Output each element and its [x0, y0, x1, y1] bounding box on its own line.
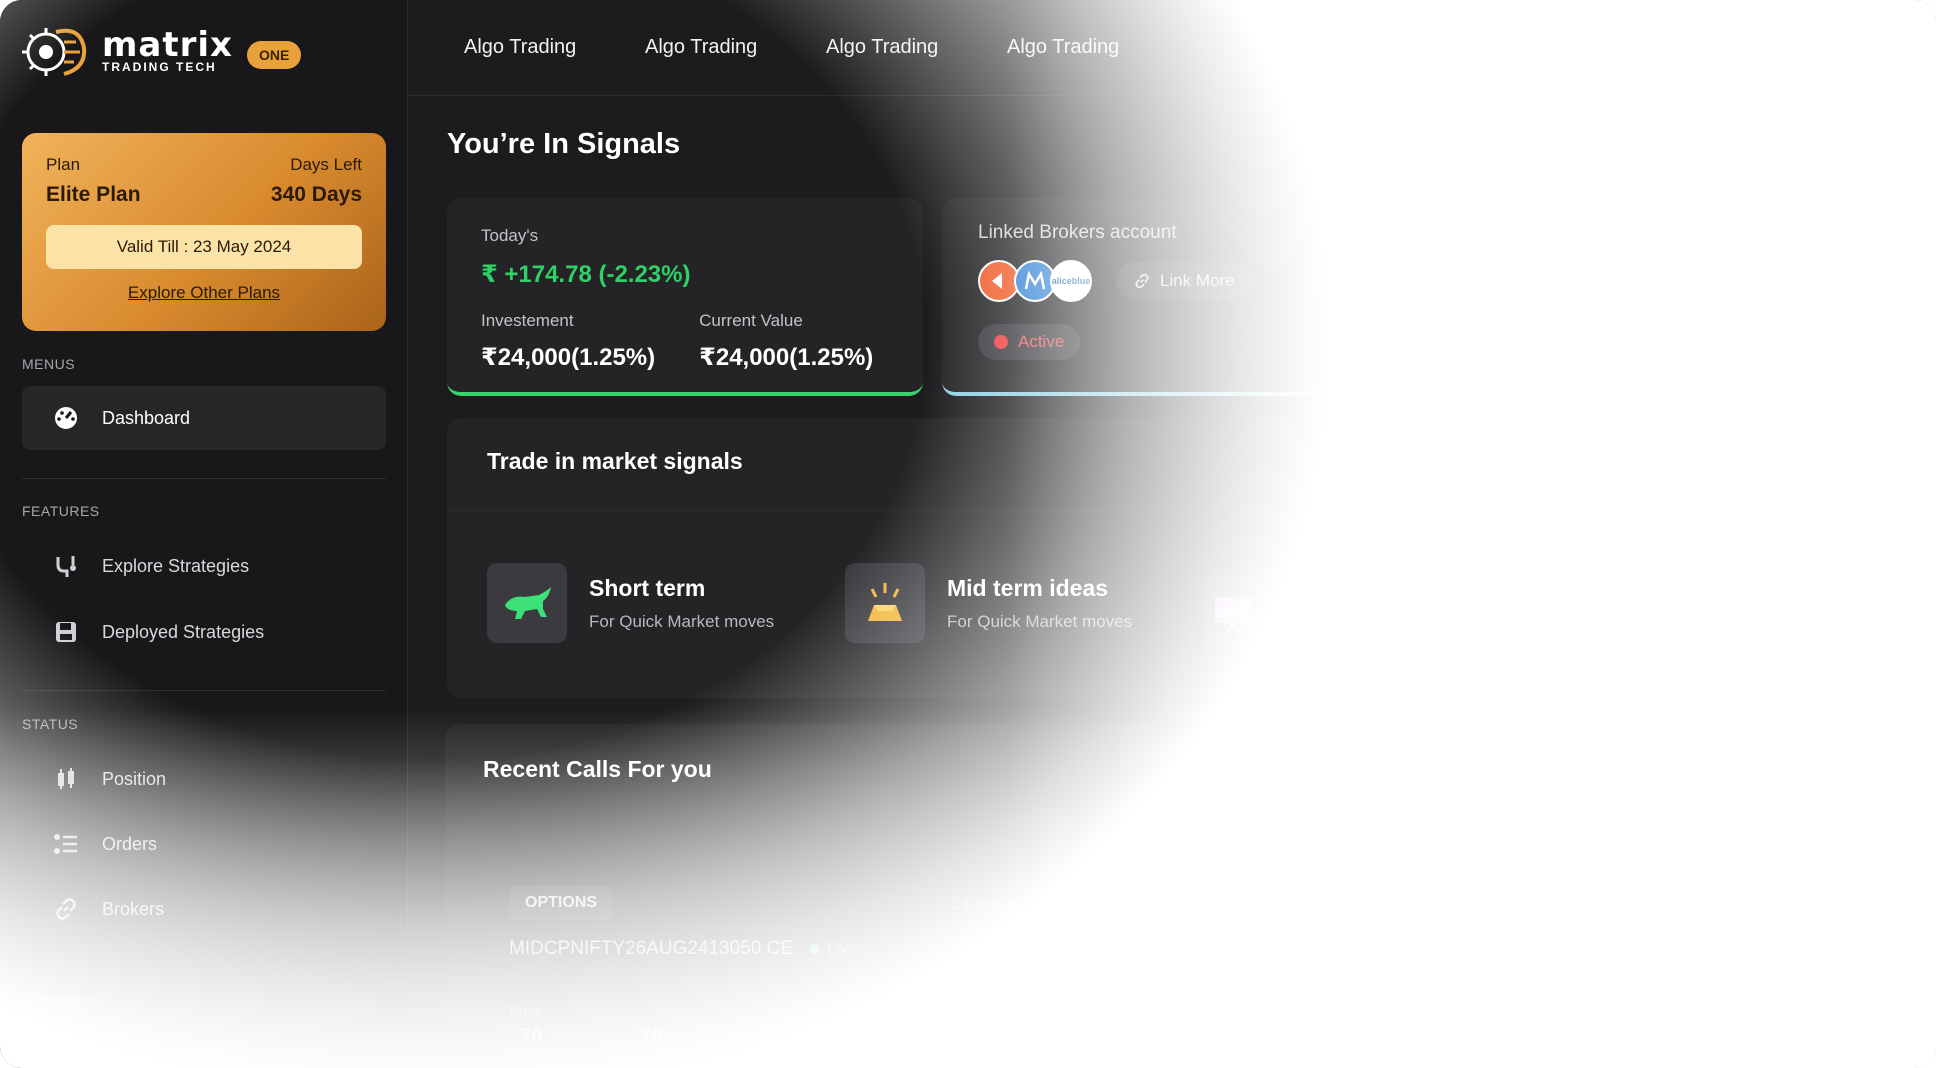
sidebar-item-label: Brokers — [102, 898, 165, 919]
link-icon — [52, 895, 80, 923]
days-left-value: 340 Days — [270, 183, 362, 206]
call-card[interactable]: OPTIONS MIDCPNIFTY26AUG2413050 CE — [1115, 886, 1399, 960]
plan-label: Plan — [46, 155, 81, 174]
signal-subtitle: For Quick Market moves — [589, 611, 775, 631]
tab-algo-trading[interactable]: Algo Trading — [1007, 36, 1119, 59]
signal-short-term[interactable]: Short term For Quick Market moves — [487, 563, 774, 643]
divider — [22, 478, 386, 479]
page-title: You’re In Signals — [447, 128, 681, 160]
app-window: matrix TRADING TECH ONE Plan Days Left E… — [0, 0, 1936, 1068]
explore-plans-link[interactable]: Explore Other Plans — [46, 283, 362, 303]
sidebar-item-orders[interactable]: Orders — [22, 812, 386, 876]
sidebar-item-label: Orders — [102, 833, 158, 854]
sidebar-item-brokers[interactable]: Brokers — [22, 877, 386, 941]
current-value-label: Current Value — [699, 311, 803, 330]
linked-brokers-title: Linked Brokers account — [978, 222, 1177, 243]
status-label: STATUS — [22, 716, 79, 732]
valid-till-button[interactable]: Valid Till : 23 May 2024 — [46, 225, 362, 269]
brand-subtitle: TRADING TECH — [102, 60, 217, 74]
live-dot-icon — [809, 944, 820, 954]
current-value: ₹24,000(1.25%) — [699, 344, 874, 371]
sidebar-item-label: Explore Strategies — [102, 555, 250, 576]
call-value: 70 — [521, 1026, 543, 1047]
investment-label: Investement — [481, 311, 574, 330]
divider — [22, 690, 386, 691]
brand-logo[interactable]: matrix TRADING TECH ONE — [22, 20, 302, 84]
today-pnl-card: Today's ₹ +174.78 (-2.23%) Investement ₹… — [447, 198, 923, 396]
linked-telegram-card: Linked Telegram — [1436, 198, 1736, 396]
call-time-ago: 24 min ago — [951, 894, 1036, 913]
sidebar-item-position[interactable]: Position — [22, 747, 386, 811]
call-instrument: MIDCPNIFTY26AUG2413050 CE — [1115, 938, 1400, 959]
signal-subtitle: For Quick Market moves — [1285, 627, 1417, 666]
plan-badge: ONE — [246, 41, 302, 69]
today-gain: ₹ +174.78 (-2.23%) — [481, 261, 691, 288]
gold-bar-icon — [845, 563, 925, 643]
menus-label: MENUS — [22, 356, 76, 372]
presentation-chart-icon — [1203, 575, 1264, 655]
recent-calls-panel: Recent Calls For you OPTIONS MIDCPNIFTY2… — [445, 724, 1445, 1068]
top-nav: Algo Trading Algo Trading Algo Trading A… — [408, 0, 1936, 96]
bull-icon — [487, 563, 567, 643]
status-text: Active — [1018, 332, 1065, 351]
sidebar-item-label: Deployed Strategies — [102, 621, 265, 642]
headset-icon — [52, 1042, 80, 1068]
candlestick-icon — [52, 765, 80, 793]
sidebar-item-dashboard[interactable]: Dashboard — [22, 386, 386, 450]
call-value: 70 — [641, 1026, 663, 1047]
speedometer-icon — [52, 404, 80, 432]
sidebar-item-explore-strategies[interactable]: Explore Strategies — [22, 534, 386, 598]
status-badge: Active — [978, 324, 1081, 360]
signal-long-term[interactable]: Long term ideas For Quick Market moves — [1203, 563, 1427, 667]
signal-title: Short term — [589, 574, 706, 601]
linked-brokers-card: Linked Brokers account aliceblue Link Mo… — [942, 198, 1416, 396]
brand-name: matrix — [102, 25, 233, 65]
sidebar-item-label: Position — [102, 768, 167, 789]
today-label: Today's — [481, 226, 539, 245]
plan-card: Plan Days Left Elite Plan 340 Days Valid… — [22, 133, 386, 331]
link-icon[interactable] — [1348, 234, 1376, 267]
call-type-tag: OPTIONS — [509, 886, 614, 920]
tab-algo-trading[interactable]: Algo Trading — [464, 36, 576, 59]
sidebar-item-label: Dashboard — [102, 407, 191, 428]
strategy-icon — [52, 552, 80, 580]
telegram-label: Linked — [1472, 222, 1528, 243]
broker-logo-aliceblue: aliceblue — [1050, 260, 1092, 302]
brain-gear-icon — [22, 28, 87, 76]
signal-subtitle: For Quick Market moves — [947, 611, 1133, 631]
market-signals-panel: Trade in market signals Short term For Q… — [447, 418, 1427, 698]
sidebar: matrix TRADING TECH ONE Plan Days Left E… — [0, 0, 408, 1068]
telegram-value: Telegram — [1472, 256, 1577, 283]
days-left-label: Days Left — [290, 155, 362, 174]
status-dot-icon — [994, 335, 1008, 349]
save-disk-icon — [52, 618, 80, 646]
live-badge: Live — [809, 939, 858, 959]
call-price-label: Price — [509, 1004, 544, 1021]
investment-value: ₹24,000(1.25%) — [481, 344, 656, 371]
sidebar-item-label: Technical Support — [102, 1045, 246, 1066]
divider — [447, 510, 1427, 511]
call-value: 70 — [761, 1026, 783, 1047]
support-label: SUPPORT — [22, 994, 93, 1010]
live-text: Live — [827, 939, 859, 958]
call-instrument: MIDCPNIFTY26AUG2413050 CE — [509, 938, 794, 959]
sidebar-item-deployed-strategies[interactable]: Deployed Strategies — [22, 600, 386, 664]
call-type-tag: OPTIONS — [1115, 886, 1220, 920]
sidebar-item-technical-support[interactable]: Technical Support — [22, 1024, 386, 1068]
link-more-label: Link More — [1160, 271, 1235, 290]
recent-calls-title: Recent Calls For you — [483, 756, 712, 782]
link-icon — [1135, 273, 1149, 289]
signals-title: Trade in market signals — [487, 448, 743, 474]
features-label: FEATURES — [22, 503, 100, 519]
tab-algo-trading[interactable]: Algo Trading — [826, 36, 938, 59]
link-more-button[interactable]: Link More — [1116, 262, 1253, 300]
signal-title: Mid term ideas — [947, 574, 1109, 601]
list-icon — [52, 830, 80, 858]
signal-title: Long term ideas — [1285, 563, 1399, 616]
plan-name: Elite Plan — [46, 183, 141, 206]
call-value: 70 — [1127, 1026, 1149, 1047]
signal-mid-term[interactable]: Mid term ideas For Quick Market moves — [845, 563, 1132, 643]
call-card[interactable]: OPTIONS MIDCPNIFTY26AUG2413050 CE Live — [509, 886, 858, 960]
tab-algo-trading[interactable]: Algo Trading — [645, 36, 757, 59]
